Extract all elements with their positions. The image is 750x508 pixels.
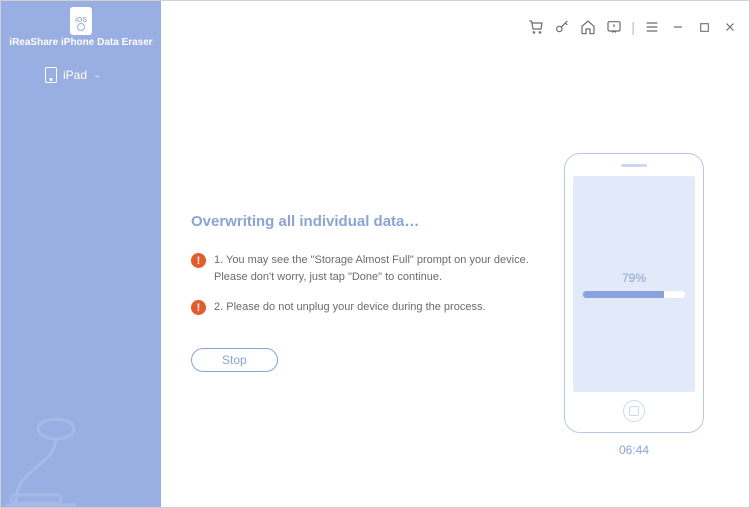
device-icon bbox=[45, 67, 57, 83]
warning-row: ! 1. You may see the "Storage Almost Ful… bbox=[191, 252, 529, 285]
progress-bar bbox=[583, 291, 685, 298]
app-title: iReaShare iPhone Data Eraser bbox=[9, 37, 152, 48]
device-earpiece bbox=[621, 164, 647, 167]
device-preview-column: 79% 06:44 bbox=[549, 153, 719, 487]
sidebar-decoration-icon bbox=[1, 387, 161, 507]
device-home-button-icon bbox=[623, 400, 645, 422]
separator: | bbox=[631, 19, 635, 35]
sidebar: iPad ⌄ bbox=[1, 53, 161, 507]
content: Overwriting all individual data… ! 1. Yo… bbox=[161, 53, 749, 507]
titlebar-controls: | bbox=[161, 1, 749, 53]
status-heading: Overwriting all individual data… bbox=[191, 213, 529, 230]
feedback-icon[interactable] bbox=[605, 18, 623, 36]
cart-icon[interactable] bbox=[527, 18, 545, 36]
warning-text: 2. Please do not unplug your device duri… bbox=[214, 299, 486, 316]
progress-percent: 79% bbox=[622, 271, 646, 285]
titlebar: iOS iReaShare iPhone Data Eraser | bbox=[1, 1, 749, 53]
warning-icon: ! bbox=[191, 300, 206, 315]
chevron-down-icon: ⌄ bbox=[93, 72, 101, 79]
app-logo-icon: iOS bbox=[70, 7, 92, 35]
stop-button[interactable]: Stop bbox=[191, 348, 278, 372]
progress-bar-fill bbox=[583, 291, 664, 298]
device-label: iPad bbox=[63, 68, 87, 82]
key-icon[interactable] bbox=[553, 18, 571, 36]
main-column: Overwriting all individual data… ! 1. Yo… bbox=[191, 153, 529, 487]
warning-row: ! 2. Please do not unplug your device du… bbox=[191, 299, 529, 316]
minimize-icon[interactable] bbox=[669, 18, 687, 36]
home-icon[interactable] bbox=[579, 18, 597, 36]
device-selector[interactable]: iPad ⌄ bbox=[1, 53, 161, 97]
warning-text: 1. You may see the "Storage Almost Full"… bbox=[214, 252, 529, 285]
device-screen: 79% bbox=[573, 176, 695, 392]
elapsed-time: 06:44 bbox=[619, 443, 649, 457]
device-frame: 79% bbox=[564, 153, 704, 433]
warning-icon: ! bbox=[191, 253, 206, 268]
maximize-icon[interactable] bbox=[695, 18, 713, 36]
app-brand: iOS iReaShare iPhone Data Eraser bbox=[1, 1, 161, 53]
close-icon[interactable] bbox=[721, 18, 739, 36]
menu-icon[interactable] bbox=[643, 18, 661, 36]
